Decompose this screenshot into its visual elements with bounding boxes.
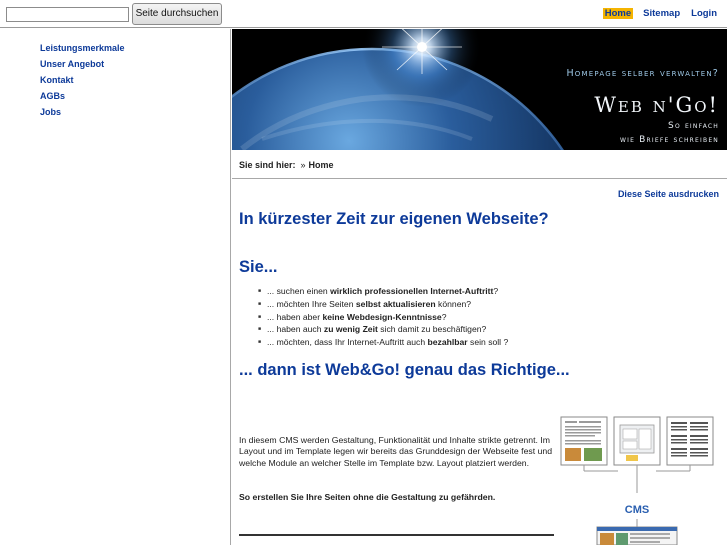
cms-label: CMS	[625, 504, 649, 516]
layout-panel-icon	[613, 416, 661, 466]
breadcrumb: Sie sind hier: » Home	[239, 160, 334, 170]
nav-login-link[interactable]: Login	[690, 8, 718, 19]
sidebar-link-leistungsmerkmale[interactable]: Leistungsmerkmale	[40, 43, 125, 53]
top-bar: Seite durchsuchen Home Sitemap Login	[0, 0, 727, 28]
sidebar: Leistungsmerkmale Unser Angebot Kontakt …	[0, 29, 231, 545]
sidebar-item-jobs: Jobs	[40, 104, 125, 120]
breadcrumb-prefix: Sie sind hier:	[239, 160, 296, 170]
modules-panel-icon	[666, 416, 714, 466]
cms-diagram-image: CMS	[560, 416, 714, 545]
feature-list: ... suchen einen wirklich professionelle…	[258, 285, 508, 349]
top-navigation: Home Sitemap Login	[594, 8, 718, 19]
cms-description-bold: So erstellen Sie Ihre Seiten ohne die Ge…	[239, 492, 496, 502]
breadcrumb-bar: Sie sind hier: » Home	[232, 151, 727, 179]
website-preview-icon	[596, 526, 678, 545]
print-page-link[interactable]: Diese Seite ausdrucken	[618, 189, 719, 199]
conclusion-heading: ... dann ist Web&Go! genau das Richtige.…	[239, 361, 570, 379]
search-button[interactable]: Seite durchsuchen	[132, 3, 222, 25]
list-item: ... möchten, dass Ihr Internet-Auftritt …	[258, 336, 508, 349]
list-item: ... haben aber keine Webdesign-Kenntniss…	[258, 311, 508, 324]
sidebar-link-agbs[interactable]: AGBs	[40, 91, 65, 101]
section-heading-sie: Sie...	[239, 258, 278, 276]
list-item: ... möchten Ihre Seiten selbst aktualisi…	[258, 298, 508, 311]
banner-line2: wie Briefe schreiben	[620, 135, 719, 145]
header-banner: Homepage selber verwalten? Web n'Go! So …	[232, 29, 727, 150]
page-headline: In kürzester Zeit zur eigenen Webseite?	[239, 210, 549, 228]
nav-sitemap-link[interactable]: Sitemap	[642, 8, 681, 19]
sidebar-item-leistungsmerkmale: Leistungsmerkmale	[40, 40, 125, 56]
banner-brand: Web n'Go!	[594, 93, 719, 117]
sidebar-link-kontakt[interactable]: Kontakt	[40, 75, 74, 85]
sidebar-link-unser-angebot[interactable]: Unser Angebot	[40, 59, 104, 69]
sidebar-menu: Leistungsmerkmale Unser Angebot Kontakt …	[40, 40, 125, 120]
search-input[interactable]	[6, 7, 129, 22]
sidebar-item-kontakt: Kontakt	[40, 72, 125, 88]
banner-tagline: Homepage selber verwalten?	[566, 68, 719, 79]
cms-description: In diesem CMS werden Gestaltung, Funktio…	[239, 435, 553, 468]
main-content: Homepage selber verwalten? Web n'Go! So …	[232, 29, 727, 545]
sidebar-item-agbs: AGBs	[40, 88, 125, 104]
divider	[239, 534, 554, 536]
banner-line1: So einfach	[668, 121, 719, 131]
list-item: ... haben auch zu wenig Zeit sich damit …	[258, 323, 508, 336]
breadcrumb-current[interactable]: Home	[309, 160, 334, 170]
earth-banner-image	[232, 29, 727, 150]
sidebar-link-jobs[interactable]: Jobs	[40, 107, 61, 117]
nav-home-link[interactable]: Home	[602, 8, 634, 19]
breadcrumb-separator: »	[300, 160, 306, 170]
sidebar-item-unser-angebot: Unser Angebot	[40, 56, 125, 72]
content-panel-icon	[560, 416, 608, 466]
list-item: ... suchen einen wirklich professionelle…	[258, 285, 508, 298]
